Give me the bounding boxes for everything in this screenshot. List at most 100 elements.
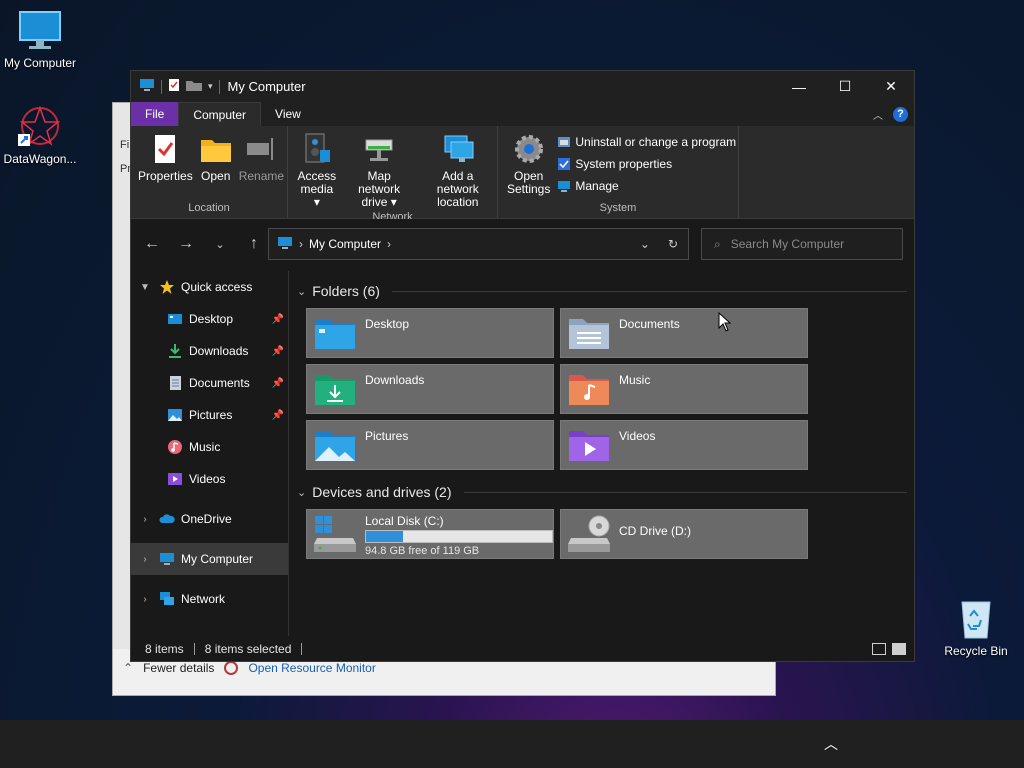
recent-locations-chevron-icon[interactable]: ⌄ [203,238,237,251]
tab-computer[interactable]: Computer [178,102,262,126]
maximize-button[interactable]: ☐ [822,71,868,102]
add-network-location-button[interactable]: Add a network location [419,132,497,209]
open-settings-button[interactable]: Open Settings [504,132,553,196]
nav-pictures[interactable]: Pictures 📌 [131,399,288,431]
folders-section-header[interactable]: ⌄ Folders (6) [291,279,913,303]
up-arrow-icon[interactable]: ↑ [237,235,271,253]
content-pane: ⌄ Folders (6) Desktop Documents Download… [291,271,913,636]
breadcrumb-my-computer[interactable]: My Computer [309,237,381,251]
nav-downloads[interactable]: Downloads 📌 [131,335,288,367]
map-network-drive-button[interactable]: Map network drive ▾ [344,132,415,209]
manage-button[interactable]: Manage [557,178,736,194]
computer-management-icon [557,179,571,193]
open-resource-monitor-link[interactable]: Open Resource Monitor [248,661,375,675]
folder-tile-desktop[interactable]: Desktop [306,308,554,358]
access-media-button[interactable]: Access media ▾ [294,132,340,209]
title-bar[interactable]: ▾ My Computer — ☐ ✕ [131,71,914,102]
nav-onedrive[interactable]: › OneDrive [131,503,288,535]
system-group-label: System [599,202,637,214]
drive-tile-c[interactable]: Local Disk (C:) 94.8 GB free of 119 GB [306,509,554,559]
show-hidden-icons-chevron-icon[interactable]: ︿ [824,734,838,754]
pin-icon[interactable]: 📌 [272,378,284,389]
nav-music[interactable]: Music [131,431,288,463]
chevron-down-icon[interactable]: ▼ [131,282,159,293]
tab-view[interactable]: View [261,102,315,126]
document-icon [167,375,183,391]
add-network-location-label-2: location [437,195,479,209]
folder-tile-pictures[interactable]: Pictures [306,420,554,470]
rename-button[interactable]: Rename [236,132,287,183]
tab-file[interactable]: File [131,102,179,126]
monitor-icon [159,551,175,567]
nav-videos[interactable]: Videos [131,463,288,495]
address-bar[interactable]: › My Computer › ⌄ ↻ [268,228,689,260]
address-history-chevron-icon[interactable]: ⌄ [640,237,650,251]
access-media-label-2: media ▾ [300,182,334,209]
collapse-ribbon-icon[interactable]: ︿ [873,107,883,122]
programs-icon [557,135,571,149]
folder-tile-downloads[interactable]: Downloads [306,364,554,414]
search-placeholder: Search My Computer [730,237,845,251]
drive-tile-d[interactable]: CD Drive (D:) [560,509,808,559]
network-icon [159,591,175,607]
quick-access-toolbar: ▾ [131,78,220,95]
navigation-bar: ← → ⌄ ↑ › My Computer › ⌄ ↻ ⌕ Search My … [131,219,914,269]
nav-documents[interactable]: Documents 📌 [131,367,288,399]
chevron-right-icon[interactable]: › [131,594,159,605]
nav-desktop[interactable]: Desktop 📌 [131,303,288,335]
folder-tile-documents[interactable]: Documents [560,308,808,358]
large-icons-view-icon[interactable] [892,643,906,655]
status-bar: 8 items 8 items selected [131,637,914,661]
desktop-icon-recycle-bin[interactable]: Recycle Bin [936,596,1016,658]
open-button[interactable]: Open [196,132,236,183]
nav-quick-access[interactable]: ▼ Quick access [131,271,288,303]
properties-button[interactable]: Properties [135,132,196,183]
rename-label: Rename [238,169,285,183]
folder-label: Downloads [365,373,425,387]
refresh-icon[interactable]: ↻ [668,237,678,251]
breadcrumb-separator-icon[interactable]: › [299,237,303,251]
open-label: Open [201,169,231,183]
pin-icon[interactable]: 📌 [272,314,284,325]
desktop-icon-datawagon[interactable]: DataWagon... [0,104,80,166]
desktop-icon-my-computer[interactable]: My Computer [0,8,80,70]
star-icon [159,279,175,295]
nav-network[interactable]: › Network [131,583,288,615]
drive-usage-fill [366,531,404,542]
pin-icon[interactable]: 📌 [272,410,284,421]
monitor-icon [18,8,62,52]
uninstall-program-button[interactable]: Uninstall or change a program [557,134,736,150]
nav-my-computer[interactable]: › My Computer [131,543,288,575]
new-folder-icon[interactable] [186,79,202,94]
pin-icon[interactable]: 📌 [272,346,284,357]
chevron-up-icon[interactable]: ⌃ [123,661,133,675]
forward-arrow-icon[interactable]: → [169,235,203,253]
close-button[interactable]: ✕ [868,71,914,102]
devices-section-header[interactable]: ⌄ Devices and drives (2) [291,480,913,504]
drive-label: Local Disk (C:) [365,514,444,528]
folder-tile-music[interactable]: Music [560,364,808,414]
system-properties-button[interactable]: System properties [557,156,736,172]
details-view-icon[interactable] [872,643,886,655]
help-icon[interactable]: ? [893,106,908,122]
videos-folder-icon [567,425,611,465]
chevron-down-icon[interactable]: ⌄ [297,486,306,499]
folder-tile-videos[interactable]: Videos [560,420,808,470]
nav-my-computer-label: My Computer [181,552,254,566]
back-arrow-icon[interactable]: ← [135,235,169,253]
chevron-right-icon[interactable]: › [131,514,159,525]
ribbon-group-location: Properties Open Rename Location [131,126,288,218]
drive-label: CD Drive (D:) [619,524,691,538]
chevron-down-icon[interactable]: ⌄ [297,285,306,298]
explorer-window[interactable]: ▾ My Computer — ☐ ✕ File Computer View ︿… [130,70,915,662]
fewer-details-button[interactable]: Fewer details [143,661,214,675]
chevron-right-icon[interactable]: › [131,554,159,565]
pane-splitter[interactable] [288,271,289,636]
customize-toolbar-icon[interactable]: ▾ [208,81,213,92]
properties-icon[interactable] [168,78,180,95]
minimize-button[interactable]: — [776,71,822,102]
nav-pictures-label: Pictures [189,408,233,422]
pictures-folder-icon [313,425,357,465]
search-box[interactable]: ⌕ Search My Computer [701,228,903,260]
breadcrumb-separator-icon[interactable]: › [387,237,391,251]
